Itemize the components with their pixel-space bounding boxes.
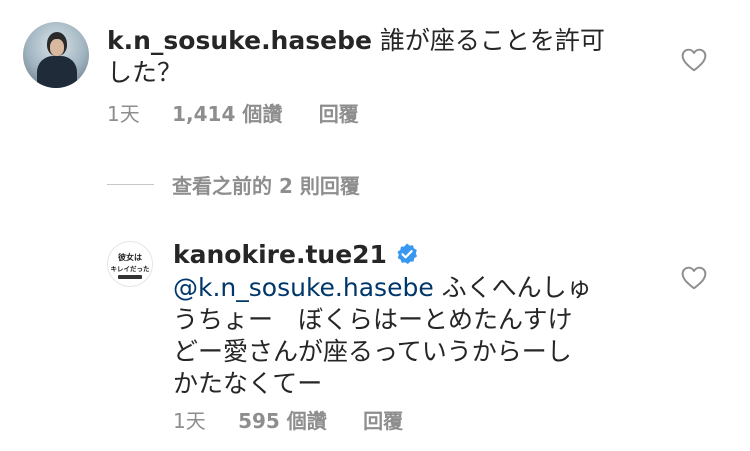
avatar[interactable]: 彼女は キレイだった	[107, 241, 153, 287]
comment-meta: 1天 595 個讚 回覆	[173, 405, 403, 434]
verified-badge-icon	[397, 243, 417, 264]
comment-time: 1天	[173, 409, 206, 433]
comment-text-line: かたなくてー	[173, 369, 322, 399]
avatar-figure-body	[37, 56, 77, 88]
avatar-logo-text-bottom: キレイだった	[111, 265, 151, 273]
avatar[interactable]	[23, 22, 89, 88]
divider-dash	[107, 183, 154, 185]
reply-button[interactable]: 回覆	[363, 409, 403, 433]
comment-text: うちょー ぼくらはーとめたんすけ	[173, 305, 573, 334]
reply-button[interactable]: 回覆	[319, 102, 359, 126]
heart-outline-icon[interactable]	[681, 266, 707, 290]
avatar-logo: 彼女は キレイだった	[111, 252, 151, 279]
comment-text: した？	[107, 58, 183, 87]
comment-text-line: どー愛さんが座るっていうからーし	[173, 337, 572, 367]
comment-text: ふくへんしゅ	[433, 273, 592, 302]
comment-text: かたなくてー	[173, 369, 323, 398]
username[interactable]: kanokire.tue21	[173, 240, 387, 269]
comment-text-line: した？	[107, 58, 182, 88]
comment-text-line: k.n_sosuke.hasebe 誰が座ることを許可	[107, 26, 605, 56]
comment-text: どー愛さんが座るっていうからーし	[173, 337, 572, 366]
comment-time: 1天	[107, 102, 140, 126]
mention-link[interactable]: @k.n_sosuke.hasebe	[173, 273, 434, 302]
view-previous-replies[interactable]: 查看之前的 2 則回覆	[107, 170, 360, 198]
avatar-figure-face	[50, 39, 64, 56]
heart-outline-icon[interactable]	[681, 48, 707, 72]
comment-text-line: @k.n_sosuke.hasebe ふくへんしゅ	[173, 273, 592, 303]
view-replies-label[interactable]: 查看之前的 2 則回覆	[172, 170, 360, 199]
comment-meta: 1天 1,414 個讚 回覆	[107, 98, 359, 127]
username[interactable]: k.n_sosuke.hasebe	[107, 26, 372, 55]
likes-count[interactable]: 1,414 個讚	[172, 102, 282, 126]
likes-count[interactable]: 595 個讚	[238, 409, 327, 433]
comment-text: 誰が座ることを許可	[379, 26, 605, 55]
avatar-logo-text-top: 彼女は	[118, 252, 142, 262]
comment-text-line: うちょー ぼくらはーとめたんすけ	[173, 305, 573, 335]
comment-header-line: kanokire.tue21	[173, 240, 419, 270]
